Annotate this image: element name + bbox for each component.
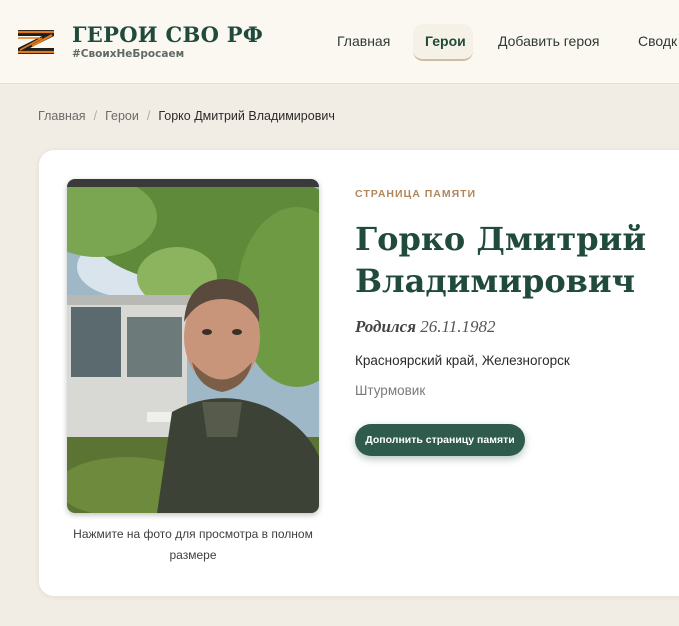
- photo-caption: Нажмите на фото для просмотра в полном р…: [73, 527, 313, 562]
- add-memory-button[interactable]: Дополнить страницу памяти: [355, 424, 525, 456]
- breadcrumb: Главная / Герои / Горко Дмитрий Владимирович: [38, 109, 335, 123]
- breadcrumb-separator: /: [93, 109, 98, 123]
- breadcrumb-current: Горко Дмитрий Владимирович: [158, 109, 335, 123]
- hero-role: Штурмовик: [355, 383, 426, 398]
- breadcrumb-heroes[interactable]: Герои: [105, 109, 139, 123]
- nav-item-home[interactable]: Главная: [337, 33, 390, 49]
- nav-item-add-hero[interactable]: Добавить героя: [498, 33, 600, 49]
- birth-label: Родился: [355, 317, 416, 336]
- breadcrumb-home[interactable]: Главная: [38, 109, 86, 123]
- nav-item-heroes[interactable]: Герои: [425, 33, 466, 49]
- nav-item-summary[interactable]: Сводк: [638, 33, 677, 49]
- hero-photo[interactable]: [67, 179, 319, 513]
- birth-info: Родился 26.11.1982: [355, 317, 495, 337]
- hero-photo-image: [67, 187, 319, 513]
- hero-name: Горко Дмитрий Владимирович: [355, 220, 647, 300]
- main-nav: Главная Герои Добавить героя Сводк: [0, 0, 679, 84]
- page-type-label: СТРАНИЦА ПАМЯТИ: [355, 188, 477, 200]
- site-header: ГЕРОИ СВО РФ #СвоихНеБросаем Главная Гер…: [0, 0, 679, 84]
- hero-location: Красноярский край, Железногорск: [355, 353, 570, 368]
- breadcrumb-separator: /: [146, 109, 151, 123]
- birth-date: 26.11.1982: [420, 317, 496, 336]
